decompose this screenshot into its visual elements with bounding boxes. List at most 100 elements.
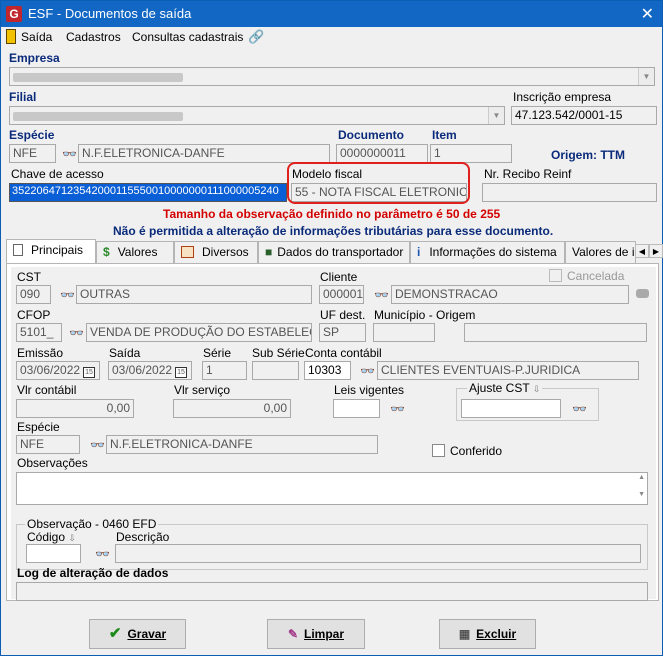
money-icon: $ — [103, 245, 110, 259]
log-field — [16, 582, 648, 601]
saida-label: Saída — [109, 346, 141, 360]
ajuste-cst-field[interactable] — [461, 399, 561, 418]
conferido-label: Conferido — [450, 444, 503, 458]
cst-label: CST — [17, 270, 41, 284]
tab-valores[interactable]: $ Valores — [96, 241, 174, 263]
especie2-code-field[interactable]: NFE — [16, 435, 80, 454]
cancelada-checkbox[interactable] — [549, 269, 562, 282]
inscricao-field[interactable]: 47.123.542/0001-15 — [511, 106, 657, 125]
calendar-icon[interactable]: 15 — [83, 367, 96, 378]
link-icon[interactable]: 🔗 — [248, 29, 264, 45]
empresa-label: Empresa — [9, 51, 60, 65]
tab-panel-content: CST Cliente Cancelada 090 👓 OUTRAS 00000… — [11, 267, 656, 601]
cfop-label: CFOP — [17, 308, 51, 322]
uf-field[interactable]: SP — [319, 323, 366, 342]
filial-select[interactable]: ▼ — [9, 106, 505, 125]
especie-desc-field: N.F.ELETRONICA-DANFE — [78, 144, 330, 163]
binoculars-icon[interactable]: 👓 — [572, 402, 587, 416]
info-icon: i — [417, 245, 421, 259]
binoculars-icon[interactable]: 👓 — [69, 326, 84, 340]
exit-door-icon[interactable] — [6, 29, 16, 44]
serie-field[interactable]: 1 — [202, 361, 247, 380]
codigo-field[interactable] — [26, 544, 81, 563]
vlr-contabil-field[interactable]: 0,00 — [16, 399, 134, 418]
menu-cadastros[interactable]: Cadastros — [66, 30, 121, 44]
tab-principais[interactable]: Principais — [6, 239, 96, 263]
especie2-label: Espécie — [17, 420, 60, 434]
main-window: G ESF - Documentos de saída ✕ Saída Cada… — [0, 0, 663, 656]
tab-scroll-right-icon[interactable]: ▶ — [649, 244, 663, 258]
tab-strip: Principais $ Valores Diversos ■ Dados do t… — [4, 239, 663, 263]
chave-acesso-field[interactable]: 3522064712354200011555001000000011100000… — [9, 183, 287, 202]
documento-field[interactable]: 0000000011 — [336, 144, 428, 163]
cst-desc-field: OUTRAS — [76, 285, 312, 304]
warning-message-2: Não é permitida a alteração de informaçõ… — [113, 224, 554, 238]
leis-label: Leis vigentes — [334, 383, 405, 397]
scroll-up-icon[interactable]: ▲ — [638, 474, 645, 481]
observacoes-label: Observações — [17, 456, 88, 470]
log-label: Log de alteração de dados — [17, 566, 169, 580]
tab-panel-principais: CST Cliente Cancelada 090 👓 OUTRAS 00000… — [6, 263, 659, 601]
close-icon[interactable]: ✕ — [641, 4, 654, 24]
cancelada-label: Cancelada — [567, 269, 625, 283]
binoculars-icon[interactable]: 👓 — [60, 288, 75, 302]
excluir-button[interactable]: ▦ Excluir — [439, 619, 536, 649]
emissao-label: Emissão — [17, 346, 64, 360]
gravar-button[interactable]: ✔ Gravar — [89, 619, 186, 649]
especie-code-field[interactable]: NFE — [9, 144, 56, 163]
chevron-down-icon[interactable]: ▼ — [638, 68, 654, 85]
warning-message-1: Tamanho da observação definido no parâme… — [163, 207, 501, 221]
tab-valores-inss[interactable]: Valores de in — [565, 241, 636, 263]
cliente-desc-field: DEMONSTRACAO — [391, 285, 629, 304]
binoculars-icon[interactable]: 👓 — [390, 402, 405, 416]
empresa-select[interactable]: ▼ — [9, 67, 655, 86]
binoculars-icon[interactable]: 👓 — [374, 288, 389, 302]
cst-code-field[interactable]: 090 — [16, 285, 51, 304]
cfop-code-field[interactable]: 5101_ — [16, 323, 62, 342]
ajuste-cst-label: Ajuste CST ⇩ — [467, 381, 543, 395]
item-field[interactable]: 1 — [430, 144, 512, 163]
menu-consultas-cadastrais[interactable]: Consultas cadastrais — [132, 30, 243, 44]
binoculars-icon[interactable]: 👓 — [62, 147, 77, 161]
saida-field[interactable]: 03/06/2022 15 — [108, 361, 192, 380]
stack-icon[interactable] — [636, 289, 649, 298]
vlr-servico-field[interactable]: 0,00 — [173, 399, 291, 418]
subserie-field[interactable] — [252, 361, 299, 380]
menu-saida[interactable]: Saída — [21, 30, 52, 44]
uf-label: UF dest. — [320, 308, 366, 322]
conferido-checkbox[interactable] — [432, 444, 445, 457]
observacoes-textarea[interactable]: ▲ ▼ — [16, 472, 648, 505]
sort-down-icon: ⇩ — [68, 533, 76, 543]
calendar-icon[interactable]: 15 — [175, 367, 188, 378]
obs-efd-label: Observação - 0460 EFD — [25, 517, 159, 531]
origem-text: Origem: TTM — [551, 148, 625, 162]
chevron-down-icon[interactable]: ▼ — [488, 107, 504, 124]
chave-label: Chave de acesso — [11, 167, 104, 181]
sort-down-icon: ⇩ — [532, 384, 541, 394]
recibo-reinf-field[interactable] — [482, 183, 657, 202]
conta-desc-field: CLIENTES EVENTUAIS-P.JURIDICA — [377, 361, 639, 380]
app-logo-icon: G — [6, 6, 22, 22]
conta-code-field[interactable]: 10303 — [304, 361, 351, 380]
binoculars-icon[interactable]: 👓 — [95, 547, 110, 561]
municipio-code-field[interactable] — [373, 323, 435, 342]
scroll-down-icon[interactable]: ▼ — [638, 491, 645, 498]
cliente-code-field[interactable]: 000001 — [319, 285, 364, 304]
emissao-field[interactable]: 03/06/2022 15 — [16, 361, 100, 380]
tab-informacoes-sistema[interactable]: i Informações do sistema — [410, 241, 565, 263]
inscricao-label: Inscrição empresa — [513, 90, 612, 104]
window-title: ESF - Documentos de saída — [28, 6, 192, 21]
binoculars-icon[interactable]: 👓 — [360, 364, 375, 378]
tab-dados-transportador[interactable]: ■ Dados do transportador — [258, 241, 410, 263]
binoculars-icon[interactable]: 👓 — [90, 438, 105, 452]
trash-icon: ▦ — [458, 627, 471, 641]
tab-scroll-left-icon[interactable]: ◀ — [635, 244, 649, 258]
subserie-label: Sub Série — [252, 346, 305, 360]
tab-diversos[interactable]: Diversos — [174, 241, 258, 263]
leis-vigentes-field[interactable] — [333, 399, 380, 418]
descricao-label: Descrição — [116, 530, 170, 544]
especie2-desc-field: N.F.ELETRONICA-DANFE — [106, 435, 378, 454]
documento-label: Documento — [338, 128, 404, 142]
document-icon — [13, 244, 23, 256]
limpar-button[interactable]: ✎ Limpar — [267, 619, 365, 649]
